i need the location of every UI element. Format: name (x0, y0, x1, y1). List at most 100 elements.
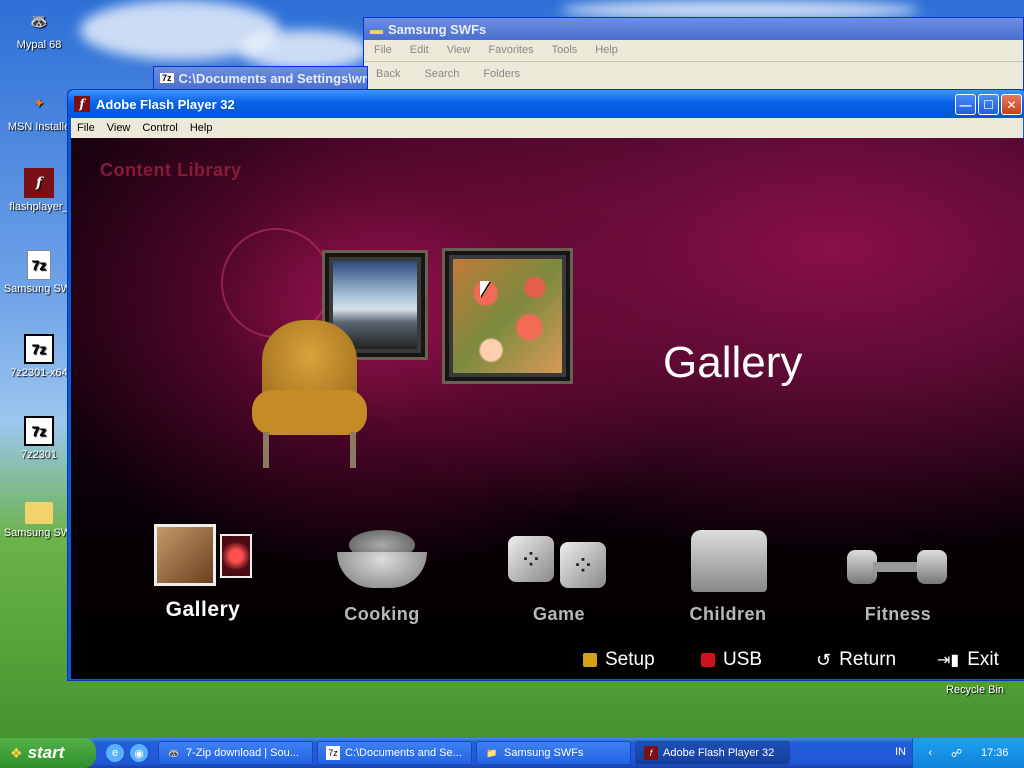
category-label: Children (689, 604, 767, 624)
taskbar-button-samsung-swfs[interactable]: 📁 Samsung SWFs (476, 741, 631, 765)
cloud (240, 30, 370, 70)
menu-view[interactable]: View (447, 44, 471, 57)
exit-icon: ⇥▮ (937, 652, 960, 669)
internet-explorer-icon[interactable]: e (106, 744, 124, 762)
bowl (337, 552, 427, 588)
maximize-button[interactable]: ☐ (978, 94, 999, 115)
taskbar-button-flash-player[interactable]: f Adobe Flash Player 32 (635, 741, 790, 765)
toy-train (691, 530, 767, 592)
7zip-icon: 7z (326, 746, 340, 760)
start-button[interactable]: ❖ start (0, 738, 96, 768)
menu-file[interactable]: File (374, 44, 392, 57)
7zip-icon: 7z (24, 334, 54, 364)
menu-help[interactable]: Help (595, 44, 618, 57)
chair-leg (263, 432, 269, 468)
flash-player-window[interactable]: f Adobe Flash Player 32 — ☐ ✕ File View … (67, 89, 1024, 681)
usb-button[interactable]: USB (701, 649, 762, 671)
train-icon (663, 522, 793, 602)
dumbbell (847, 550, 947, 584)
folder-icon (25, 502, 53, 524)
menu-edit[interactable]: Edit (410, 44, 429, 57)
cmd-titlebar[interactable]: 7z C:\Documents and Settings\wm (154, 67, 367, 89)
setup-label: Setup (605, 649, 655, 670)
bar (873, 562, 921, 572)
category-label: Gallery (165, 598, 241, 621)
menu-help[interactable]: Help (190, 122, 213, 134)
folder-icon: ▬ (370, 21, 383, 37)
desktop-icon-recycle-bin[interactable]: Recycle Bin (936, 684, 1014, 696)
section-title: Gallery (663, 338, 803, 387)
yellow-key-icon (583, 653, 597, 667)
language-indicator[interactable]: IN (895, 746, 906, 758)
gallery-thumbnail (220, 534, 252, 578)
desktop-icon-mypal[interactable]: 🦝 Mypal 68 (0, 6, 78, 52)
menu-favorites[interactable]: Favorites (488, 44, 533, 57)
explorer-titlebar[interactable]: ▬ Samsung SWFs (364, 18, 1023, 40)
mypal-icon: 🦝 (168, 747, 180, 758)
flash-icon: f (74, 96, 90, 112)
dice-icon (494, 522, 624, 602)
gallery-icon (148, 524, 258, 590)
explorer-title: Samsung SWFs (388, 21, 487, 37)
system-tray: ‹ ☍ 17:36 (912, 738, 1024, 768)
explorer-toolbar: Back Search Folders (364, 62, 1023, 88)
flash-titlebar[interactable]: f Adobe Flash Player 32 — ☐ ✕ (68, 90, 1024, 118)
task-label: Samsung SWFs (504, 747, 584, 759)
msn-icon: ✦ (33, 94, 45, 111)
7zip-icon: 7z (24, 416, 54, 446)
menu-control[interactable]: Control (142, 122, 177, 134)
network-icon[interactable]: ☍ (951, 747, 962, 760)
window-controls: — ☐ ✕ (955, 94, 1022, 115)
explorer-menubar: File Edit View Favorites Tools Help (364, 40, 1023, 62)
category-gallery[interactable]: Gallery (138, 524, 268, 622)
dumbbell-icon (833, 522, 963, 602)
task-label: 7-Zip download | Sou... (186, 747, 299, 759)
flash-icon: f (24, 168, 54, 198)
quick-launch: e ◉ (106, 744, 148, 762)
cooking-icon (317, 522, 447, 602)
die (560, 542, 606, 588)
mypal-icon: 🦝 (30, 12, 48, 29)
weight (917, 550, 947, 584)
exit-label: Exit (967, 649, 999, 670)
flash-menubar: File View Control Help (71, 118, 1023, 138)
cmd-title: C:\Documents and Settings\wm (178, 70, 367, 86)
flash-stage[interactable]: Content Library Gallery Gallery Cooking … (71, 138, 1024, 679)
taskbar-button-7zip-download[interactable]: 🦝 7-Zip download | Sou... (158, 741, 313, 765)
minimize-button[interactable]: — (955, 94, 976, 115)
category-label: Game (532, 604, 586, 624)
usb-label: USB (723, 649, 763, 670)
desktop-icon-label: Recycle Bin (945, 684, 1005, 696)
search-button[interactable]: Search (424, 68, 459, 82)
red-key-icon (701, 653, 715, 667)
close-button[interactable]: ✕ (1001, 94, 1022, 115)
content-library-title: Content Library (100, 160, 242, 180)
back-button[interactable]: Back (376, 68, 400, 82)
menu-file[interactable]: File (77, 122, 95, 134)
chair-leg (350, 432, 356, 468)
chair-seat (252, 390, 367, 435)
category-label: Fitness (864, 604, 932, 624)
setup-button[interactable]: Setup (583, 649, 655, 671)
category-game[interactable]: Game (494, 522, 624, 625)
task-label: C:\Documents and Se... (345, 747, 462, 759)
return-label: Return (839, 649, 897, 670)
armchair-image (247, 320, 372, 470)
window-title: Adobe Flash Player 32 (96, 96, 235, 112)
menu-view[interactable]: View (107, 122, 131, 134)
return-button[interactable]: ↺ Return (816, 649, 896, 671)
clock[interactable]: 17:36 (981, 747, 1009, 759)
menu-tools[interactable]: Tools (552, 44, 578, 57)
show-desktop-icon[interactable]: ◉ (130, 744, 148, 762)
mouse-cursor (480, 281, 490, 297)
tray-expand-icon[interactable]: ‹ (928, 747, 932, 759)
category-children[interactable]: Children (663, 522, 793, 625)
exit-button[interactable]: ⇥▮ Exit (937, 649, 999, 671)
taskbar-button-cmd[interactable]: 7z C:\Documents and Se... (317, 741, 472, 765)
folders-button[interactable]: Folders (483, 68, 520, 82)
category-cooking[interactable]: Cooking (317, 522, 447, 625)
category-fitness[interactable]: Fitness (833, 522, 963, 625)
gallery-thumbnail (154, 524, 216, 586)
picture-frame-flowers[interactable] (442, 248, 573, 384)
flash-icon: f (644, 746, 658, 760)
